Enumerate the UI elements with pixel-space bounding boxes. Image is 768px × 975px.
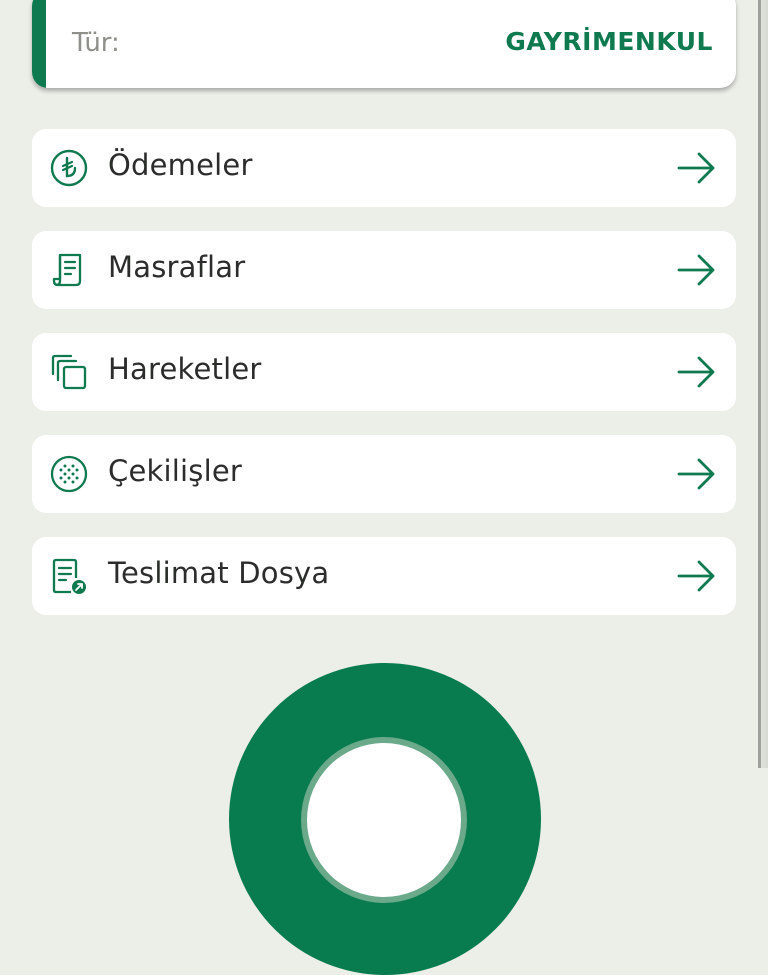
receipt-icon [52,253,82,287]
arrow-right-icon [677,152,715,184]
menu-item-draws[interactable]: Çekilişler [32,435,736,513]
menu-item-label: Ödemeler [108,148,253,182]
type-value: GAYRİMENKUL [505,27,713,56]
menu-item-label: Teslimat Dosya [108,556,330,590]
lottery-ball-icon [50,455,88,493]
arrow-right-icon [677,254,715,286]
menu-item-delivery-file[interactable]: Teslimat Dosya [32,537,736,615]
menu-item-payments[interactable]: Ödemeler [32,129,736,207]
lira-circle-icon [50,149,88,187]
type-label: Tür: [72,28,120,58]
arrow-right-icon [677,356,715,388]
account-info-card: Tür: GAYRİMENKUL [32,0,736,88]
menu-item-label: Çekilişler [108,454,242,488]
menu-item-transactions[interactable]: Hareketler [32,333,736,411]
delivery-document-icon [52,558,86,594]
arrow-right-icon [677,560,715,592]
card-accent-bar [32,0,46,88]
progress-donut [229,663,541,975]
arrow-right-icon [677,458,715,490]
copy-stack-icon [51,354,87,390]
scrollbar-edge [758,0,768,768]
menu-list: Ödemeler Masraflar Hareketler Çekilişler… [32,129,736,639]
menu-item-expenses[interactable]: Masraflar [32,231,736,309]
donut-center [307,743,461,897]
menu-item-label: Masraflar [108,250,246,284]
menu-item-label: Hareketler [108,352,262,386]
